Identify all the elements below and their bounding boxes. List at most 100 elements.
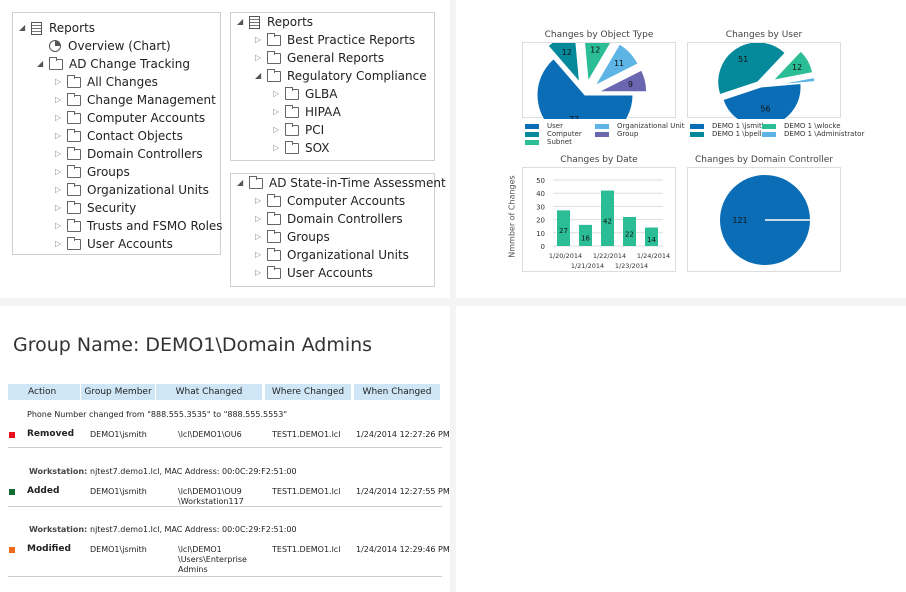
column-header-where-changed[interactable]: Where Changed: [265, 384, 351, 400]
legend-item: DEMO 1 \wlocke: [762, 122, 841, 130]
collapsed-arrow-icon[interactable]: ▷: [55, 217, 67, 235]
where-changed: TEST1.DEMO1.lcl: [272, 545, 341, 554]
tree-item-groups[interactable]: ▷ Groups: [55, 163, 130, 181]
collapsed-arrow-icon[interactable]: ▷: [273, 103, 285, 121]
tree-item-label: User Accounts: [287, 266, 373, 280]
collapsed-arrow-icon[interactable]: ▷: [273, 121, 285, 139]
tree-item-user-accounts[interactable]: ▷ User Accounts: [255, 264, 373, 282]
collapsed-arrow-icon[interactable]: ▷: [55, 181, 67, 199]
report-icon: [249, 15, 260, 29]
collapsed-arrow-icon[interactable]: ▷: [55, 145, 67, 163]
tree-item-computer-accounts[interactable]: ▷ Computer Accounts: [255, 192, 405, 210]
when-changed: 1/24/2014 12:29:46 PM: [356, 545, 450, 554]
expanded-arrow-icon[interactable]: ◢: [19, 19, 31, 37]
collapsed-arrow-icon[interactable]: ▷: [255, 210, 267, 228]
tree-item-regulatory-compliance[interactable]: ◢ Regulatory Compliance: [255, 67, 427, 85]
chart-svg: 121: [720, 175, 810, 265]
chart-3: 121: [687, 167, 841, 272]
y-tick-label: 50: [536, 177, 545, 185]
collapsed-arrow-icon[interactable]: ▷: [55, 127, 67, 145]
tree-item-groups[interactable]: ▷ Groups: [255, 228, 330, 246]
legend-swatch: [525, 131, 539, 137]
tree-item-domain-controllers[interactable]: ▷ Domain Controllers: [55, 145, 203, 163]
chart-svg: 0 10 20 30 40 50 27 1/20/2014 16 1/21/2014 42 1/22/…: [536, 177, 670, 270]
collapsed-arrow-icon[interactable]: ▷: [255, 49, 267, 67]
action-label: Removed: [27, 429, 75, 439]
collapsed-arrow-icon[interactable]: ▷: [55, 235, 67, 253]
legend-item: DEMO 1 \jsmith: [690, 122, 766, 130]
tree-item-sox[interactable]: ▷ SOX: [273, 139, 330, 157]
folder-icon: [49, 56, 63, 70]
tree-item-trusts-and-fsmo-roles[interactable]: ▷ Trusts and FSMO Roles: [55, 217, 223, 235]
chart-2: 0 10 20 30 40 50 27 1/20/2014 16 1/21/2014 42 1/22/…: [522, 167, 676, 272]
tree-item-pci[interactable]: ▷ PCI: [273, 121, 324, 139]
collapsed-arrow-icon[interactable]: ▷: [55, 109, 67, 127]
x-tick-label: 1/24/2014: [637, 252, 670, 260]
tree-item-label: Contact Objects: [87, 129, 183, 143]
state-in-time-tree: ◢ AD State-in-Time Assessment ▷ Computer Ac…: [230, 173, 446, 287]
tree-item-hipaa[interactable]: ▷ HIPAA: [273, 103, 341, 121]
tree-item-label: Trusts and FSMO Roles: [87, 219, 223, 233]
legend-item: Organizational Unit: [595, 122, 684, 130]
tree-item-domain-controllers[interactable]: ▷ Domain Controllers: [255, 210, 403, 228]
folder-icon: [267, 229, 281, 243]
y-axis-label: Nmmber of Changes: [507, 175, 517, 258]
collapsed-arrow-icon[interactable]: ▷: [273, 139, 285, 157]
tree-item-change-management[interactable]: ▷ Change Management: [55, 91, 216, 109]
tree-item-reports[interactable]: ◢ Reports: [237, 13, 313, 31]
expanded-arrow-icon[interactable]: ◢: [255, 67, 267, 85]
data-label: 22: [625, 230, 634, 238]
detail-text: njtest7.demo1.lcl, MAC Address: 00:0C:29…: [90, 467, 297, 476]
legend-swatch: [525, 139, 539, 145]
collapsed-arrow-icon[interactable]: ▷: [55, 199, 67, 217]
collapsed-arrow-icon[interactable]: ▷: [55, 163, 67, 181]
when-changed: 1/24/2014 12:27:26 PM: [356, 430, 450, 439]
tree-item-general-reports[interactable]: ▷ General Reports: [255, 49, 384, 67]
legend-item: DEMO 1 \bpells: [690, 130, 765, 138]
legend-swatch: [690, 131, 704, 137]
column-header-action[interactable]: Action: [8, 384, 80, 400]
tree-item-label: User Accounts: [87, 237, 173, 251]
tree-item-ad-change-tracking[interactable]: ◢ AD Change Tracking: [37, 55, 190, 73]
what-changed: \lcl\DEMO1\OU9: [178, 487, 242, 496]
column-header-when-changed[interactable]: When Changed: [354, 384, 440, 400]
tree-item-reports[interactable]: ◢ Reports: [19, 19, 95, 37]
tree-item-organizational-units[interactable]: ▷ Organizational Units: [55, 181, 209, 199]
data-label: 16: [581, 234, 590, 242]
tree-item-label: Reports: [267, 15, 314, 29]
collapsed-arrow-icon[interactable]: ▷: [255, 246, 267, 264]
action-label: Modified: [27, 544, 71, 554]
column-header-group-member[interactable]: Group Member: [81, 384, 155, 400]
folder-icon: [67, 218, 81, 232]
legend-label: Subnet: [547, 138, 572, 146]
collapsed-arrow-icon[interactable]: ▷: [255, 192, 267, 210]
group-member: DEMO1\jsmith: [90, 545, 147, 554]
folder-icon: [267, 265, 281, 279]
action-color-icon: [9, 547, 15, 553]
collapsed-arrow-icon[interactable]: ▷: [55, 91, 67, 109]
tree-item-overview-chart-[interactable]: Overview (Chart): [37, 37, 171, 55]
tree-item-organizational-units[interactable]: ▷ Organizational Units: [255, 246, 409, 264]
tree-item-computer-accounts[interactable]: ▷ Computer Accounts: [55, 109, 205, 127]
tree-item-security[interactable]: ▷ Security: [55, 199, 136, 217]
what-changed: \lcl\DEMO1\OU6: [178, 430, 242, 439]
tree-item-best-practice-reports[interactable]: ▷ Best Practice Reports: [255, 31, 415, 49]
expanded-arrow-icon[interactable]: ◢: [237, 13, 249, 31]
tree-item-glba[interactable]: ▷ GLBA: [273, 85, 337, 103]
tree-item-contact-objects[interactable]: ▷ Contact Objects: [55, 127, 183, 145]
collapsed-arrow-icon[interactable]: ▷: [255, 264, 267, 282]
tree-item-all-changes[interactable]: ▷ All Changes: [55, 73, 158, 91]
collapsed-arrow-icon[interactable]: ▷: [273, 85, 285, 103]
column-header-what-changed[interactable]: What Changed: [156, 384, 262, 400]
data-label: 42: [603, 217, 612, 225]
group-member: DEMO1\jsmith: [90, 487, 147, 496]
expanded-arrow-icon[interactable]: ◢: [37, 55, 49, 73]
row-divider: [8, 576, 442, 577]
expanded-arrow-icon[interactable]: ◢: [237, 174, 249, 192]
collapsed-arrow-icon[interactable]: ▷: [55, 73, 67, 91]
legend-item: Subnet: [525, 138, 572, 146]
collapsed-arrow-icon[interactable]: ▷: [255, 228, 267, 246]
tree-item-user-accounts[interactable]: ▷ User Accounts: [55, 235, 173, 253]
tree-item-ad-state-in-time-assessment[interactable]: ◢ AD State-in-Time Assessment: [237, 174, 446, 192]
collapsed-arrow-icon[interactable]: ▷: [255, 31, 267, 49]
